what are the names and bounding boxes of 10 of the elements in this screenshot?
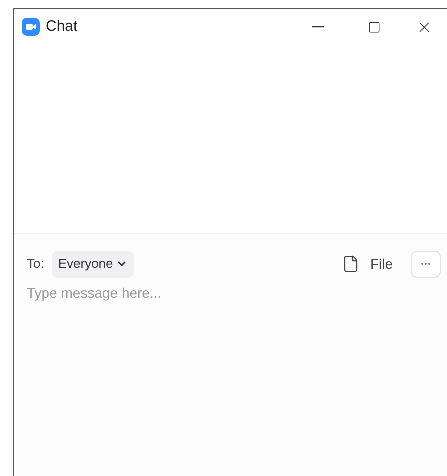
file-icon [342,255,360,273]
more-button[interactable] [411,250,441,278]
file-button[interactable]: File [342,254,393,274]
minimize-icon [312,26,324,28]
app-logo-icon [22,18,40,36]
maximize-icon [368,20,380,34]
message-input[interactable]: Type message here... [27,283,437,433]
to-label: To: [27,255,44,274]
window-title: Chat [46,16,78,37]
recipient-dropdown[interactable]: Everyone [52,250,134,278]
